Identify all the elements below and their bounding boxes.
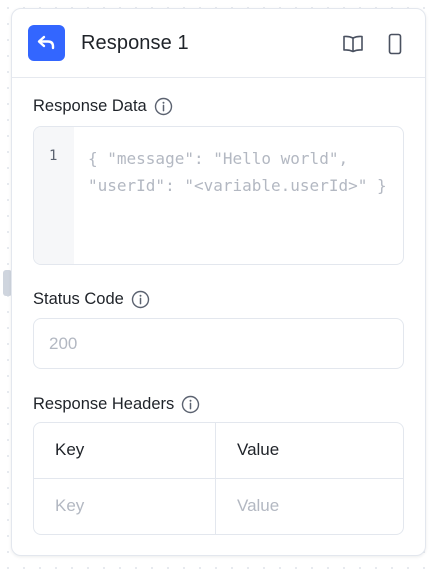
- response-headers-label: Response Headers: [33, 395, 200, 414]
- panel-title: Response 1: [81, 31, 189, 54]
- reply-arrow-icon: [28, 25, 65, 61]
- line-number: 1: [49, 148, 58, 164]
- panel-header: Response 1: [12, 9, 425, 78]
- info-icon[interactable]: [131, 290, 150, 309]
- response-data-editor[interactable]: 1 { "message": "Hello world", "userId": "…: [33, 126, 404, 265]
- status-code-label-text: Status Code: [33, 290, 124, 308]
- column-header-value: Value: [237, 440, 280, 460]
- info-icon[interactable]: [154, 97, 173, 116]
- line-number-gutter: 1: [34, 127, 74, 264]
- code-content[interactable]: { "message": "Hello world", "userId": "<v…: [74, 127, 387, 264]
- response-headers-label-text: Response Headers: [33, 395, 175, 413]
- response-headers-table: Key Value Key Value: [33, 422, 404, 535]
- column-header-key: Key: [34, 423, 216, 478]
- status-code-label: Status Code: [33, 290, 150, 309]
- response-node-panel: Response 1 Response Data 1 { "message": …: [11, 8, 426, 556]
- code-line: "userId": "<variable.userId>" }: [88, 176, 387, 195]
- header-key-input[interactable]: Key: [34, 478, 216, 534]
- table-row: Key Value: [34, 478, 403, 535]
- response-data-label: Response Data: [33, 97, 173, 116]
- header-value-input[interactable]: Value: [216, 479, 403, 535]
- status-code-input[interactable]: 200: [33, 318, 404, 369]
- info-icon[interactable]: [181, 395, 200, 414]
- status-code-placeholder: 200: [49, 333, 78, 353]
- code-line: { "message": "Hello world",: [88, 149, 349, 168]
- book-open-icon[interactable]: [342, 33, 364, 55]
- mobile-phone-icon[interactable]: [384, 33, 406, 55]
- table-header-row: Key Value: [34, 423, 403, 479]
- response-data-label-text: Response Data: [33, 97, 147, 115]
